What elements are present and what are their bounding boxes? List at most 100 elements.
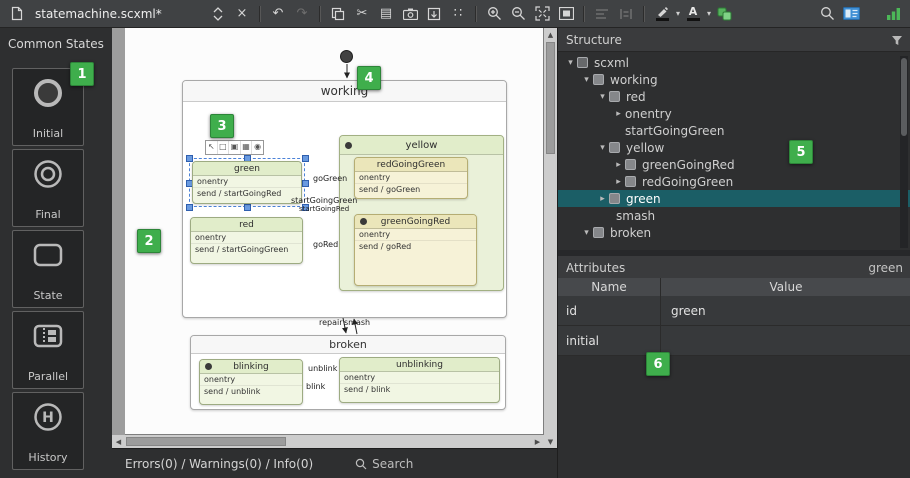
tree-item-red[interactable]: ▾ red <box>558 88 910 105</box>
scroll-up-arrow[interactable]: ▲ <box>544 28 557 41</box>
tree-item-broken[interactable]: ▾ broken <box>558 224 910 241</box>
undo-icon[interactable]: ↶ <box>267 3 289 25</box>
attribute-value[interactable] <box>661 326 910 355</box>
transition-label-startGoingGreen[interactable]: startGoingGreen <box>291 196 357 205</box>
close-document-icon[interactable]: × <box>231 3 253 25</box>
navigator-panel-icon[interactable] <box>840 3 862 25</box>
tool-state[interactable]: State <box>12 230 84 308</box>
state-title-row[interactable]: greenGoingRed <box>355 215 476 229</box>
state-title[interactable]: redGoingGreen <box>355 158 467 172</box>
screenshot-icon[interactable] <box>399 3 421 25</box>
canvas-horizontal-scrollbar[interactable]: ◀ ▶ <box>112 435 544 448</box>
scrollbar-handle[interactable] <box>126 437 286 446</box>
filter-icon[interactable] <box>891 34 903 46</box>
chevron-right-icon[interactable]: ▸ <box>612 109 625 119</box>
transition-label-startGoingRed[interactable]: startGoingRed <box>299 205 349 213</box>
zoom-in-icon[interactable] <box>483 3 505 25</box>
statistics-icon[interactable] <box>882 3 904 25</box>
zoom-out-icon[interactable] <box>507 3 529 25</box>
state-title-row[interactable]: blinking <box>200 360 302 374</box>
scroll-down-arrow[interactable]: ▼ <box>544 435 557 448</box>
chevron-down-icon[interactable]: ▾ <box>596 92 609 102</box>
column-name[interactable]: Name <box>558 278 661 296</box>
tree-item-yellow[interactable]: ▾ yellow <box>558 139 910 156</box>
output-search[interactable]: Search <box>355 457 413 471</box>
state-title[interactable]: red <box>191 218 302 232</box>
canvas-vertical-scrollbar[interactable]: ▲ ▼ <box>544 28 557 448</box>
chevron-down-icon[interactable]: ▾ <box>580 228 593 238</box>
diagram-page[interactable]: working ↖ □ ▣ ▦ ◉ yellow redGoingGreen o… <box>125 28 544 435</box>
chevron-down-icon[interactable]: ▾ <box>676 9 680 18</box>
fit-to-view-icon[interactable] <box>531 3 553 25</box>
tree-item-working[interactable]: ▾ working <box>558 71 910 88</box>
export-icon[interactable] <box>423 3 445 25</box>
tool-parallel-state[interactable]: Parallel <box>12 311 84 389</box>
state-blinking[interactable]: blinking onentry send / unblink <box>199 359 303 405</box>
tree-item-smash[interactable]: smash <box>558 207 910 224</box>
state-red[interactable]: red onentry send / startGoingGreen <box>190 217 303 264</box>
scrollbar-handle[interactable] <box>546 42 555 154</box>
state-title[interactable]: green <box>193 162 301 176</box>
state-title[interactable]: broken <box>191 336 505 354</box>
chevron-down-icon[interactable]: ▾ <box>707 9 711 18</box>
chevron-down-icon[interactable]: ▾ <box>564 58 577 68</box>
cut-icon[interactable]: ✂ <box>351 3 373 25</box>
mini-circle-icon[interactable]: ◉ <box>252 141 263 154</box>
transition-label-goRed[interactable]: goRed <box>313 240 338 249</box>
pan-view-icon[interactable] <box>555 3 577 25</box>
transition-label-smash[interactable]: smash <box>344 318 370 327</box>
state-title[interactable]: unblinking <box>340 358 499 372</box>
mini-box-lines-icon[interactable]: ▦ <box>241 141 253 154</box>
document-title[interactable]: statemachine.scxml* <box>30 7 205 21</box>
chevron-right-icon[interactable]: ▸ <box>596 194 609 204</box>
align-states-icon[interactable] <box>591 3 613 25</box>
resize-handle[interactable] <box>302 155 309 162</box>
grid-icon[interactable]: ∷ <box>447 3 469 25</box>
redo-icon[interactable]: ↷ <box>291 3 313 25</box>
scrollbar-handle[interactable] <box>901 58 907 136</box>
attribute-value[interactable]: green <box>661 296 910 325</box>
document-switcher-icon[interactable] <box>207 3 229 25</box>
mini-box-icon[interactable]: □ <box>218 141 230 154</box>
tree-item-green-selected[interactable]: ▸ green <box>558 190 910 207</box>
tool-final-state[interactable]: Final <box>12 149 84 227</box>
transition-label-goGreen[interactable]: goGreen <box>313 174 347 183</box>
font-color-icon[interactable]: A <box>682 3 704 25</box>
transition-label-unblink[interactable]: unblink <box>308 364 337 373</box>
resize-handle[interactable] <box>244 204 251 211</box>
state-color-icon[interactable] <box>713 3 735 25</box>
resize-handle[interactable] <box>186 155 193 162</box>
tree-item-redGoingGreen[interactable]: ▸ redGoingGreen <box>558 173 910 190</box>
initial-state-dot[interactable] <box>340 50 353 63</box>
issues-summary[interactable]: Errors(0) / Warnings(0) / Info(0) <box>125 457 313 471</box>
column-value[interactable]: Value <box>661 278 910 296</box>
transition-label-blink[interactable]: blink <box>306 382 325 391</box>
tree-item-onentry[interactable]: ▸ onentry <box>558 105 910 122</box>
tool-history-state[interactable]: H History <box>12 392 84 470</box>
paste-icon[interactable]: ▤ <box>375 3 397 25</box>
tree-scrollbar[interactable] <box>900 56 908 248</box>
resize-handle[interactable] <box>302 180 309 187</box>
highlighter-color-icon[interactable] <box>651 3 673 25</box>
state-title[interactable]: working <box>183 81 506 102</box>
mini-box-filled-icon[interactable]: ▣ <box>229 141 241 154</box>
state-title-row[interactable]: yellow <box>340 136 503 155</box>
state-green[interactable]: green onentry send / startGoingRed <box>192 161 302 204</box>
scroll-left-arrow[interactable]: ◀ <box>112 435 125 448</box>
search-icon[interactable] <box>816 3 838 25</box>
tree-item-greenGoingRed[interactable]: ▸ greenGoingRed <box>558 156 910 173</box>
tree-item-scxml[interactable]: ▾ scxml <box>558 54 910 71</box>
chevron-right-icon[interactable]: ▸ <box>612 177 625 187</box>
chevron-down-icon[interactable]: ▾ <box>580 75 593 85</box>
state-redGoingGreen[interactable]: redGoingGreen onentry send / goGreen <box>354 157 468 199</box>
transition-label-repair[interactable]: repair <box>319 318 343 327</box>
state-greenGoingRed[interactable]: greenGoingRed onentry send / goRed <box>354 214 477 286</box>
tree-item-startGoingGreen[interactable]: startGoingGreen <box>558 122 910 139</box>
copy-icon[interactable] <box>327 3 349 25</box>
resize-handle[interactable] <box>186 204 193 211</box>
state-unblinking[interactable]: unblinking onentry send / blink <box>339 357 500 403</box>
chevron-down-icon[interactable]: ▾ <box>596 143 609 153</box>
distribute-states-icon[interactable] <box>615 3 637 25</box>
chevron-right-icon[interactable]: ▸ <box>612 160 625 170</box>
mini-pointer-icon[interactable]: ↖ <box>206 141 218 154</box>
